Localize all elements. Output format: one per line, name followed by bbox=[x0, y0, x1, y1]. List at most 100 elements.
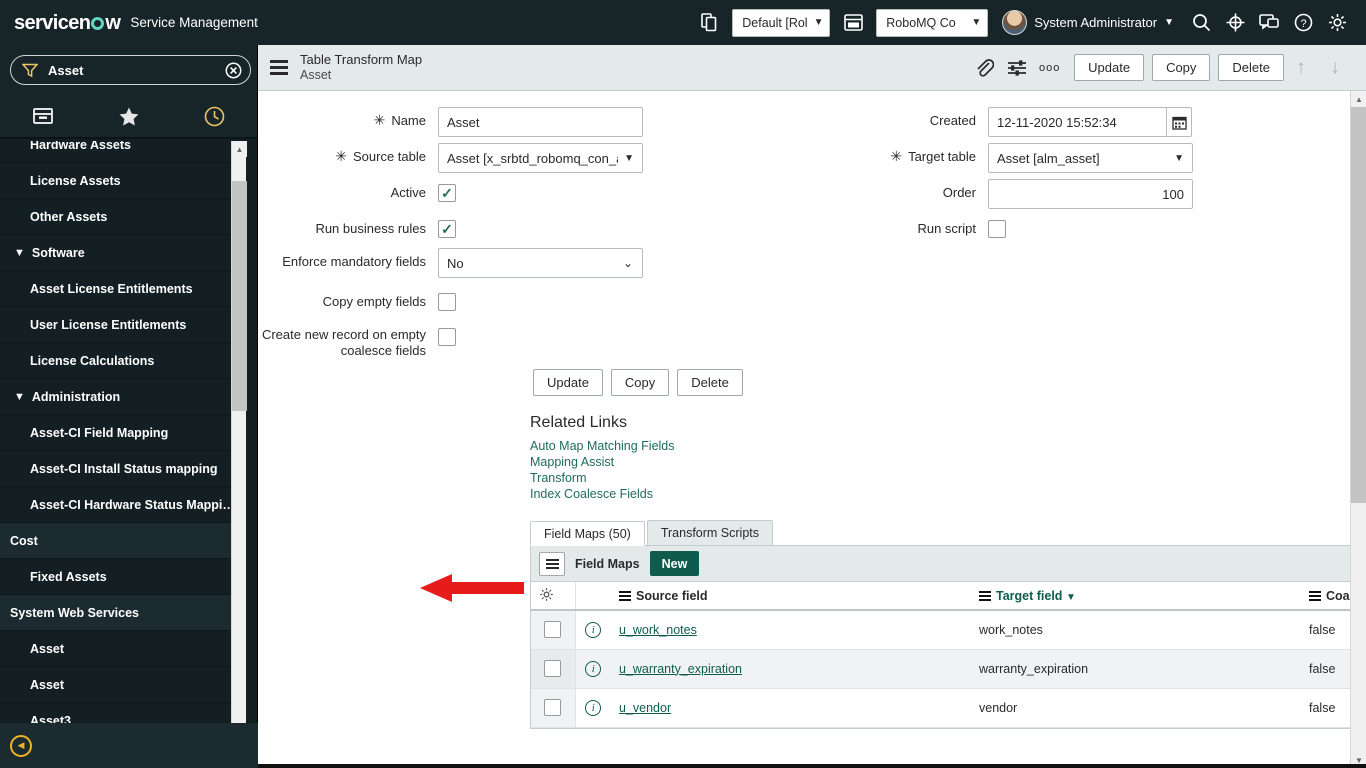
search-icon[interactable] bbox=[1184, 0, 1218, 45]
created-input[interactable]: 12-11-2020 15:52:34 bbox=[988, 107, 1166, 137]
column-menu-icon[interactable] bbox=[619, 591, 631, 602]
tab-transform-scripts[interactable]: Transform Scripts bbox=[646, 520, 774, 545]
navigator-scrollbar[interactable]: ▲ ▼ bbox=[231, 141, 247, 768]
personalize-form-icon[interactable] bbox=[1000, 48, 1033, 88]
all-applications-tab[interactable] bbox=[0, 95, 86, 137]
next-record-icon[interactable]: ↓ bbox=[1318, 48, 1352, 88]
sidebar-item-asset-license-entitlements[interactable]: Asset License Entitlements bbox=[0, 271, 242, 307]
cell-target-field: vendor bbox=[971, 688, 1301, 728]
scroll-up-arrow-icon[interactable]: ▲ bbox=[1351, 91, 1366, 107]
related-link-auto-map[interactable]: Auto Map Matching Fields bbox=[530, 438, 1350, 454]
row-info-cell[interactable]: i bbox=[575, 688, 611, 728]
active-checkbox[interactable]: ✓ bbox=[438, 184, 456, 202]
more-options-icon[interactable]: ooo bbox=[1033, 48, 1066, 88]
run-business-rules-checkbox[interactable]: ✓ bbox=[438, 220, 456, 238]
enforce-mandatory-select[interactable]: No bbox=[438, 248, 643, 278]
sidebar-item-administration[interactable]: ▼ Administration bbox=[0, 379, 242, 415]
attachment-icon[interactable] bbox=[967, 48, 1000, 88]
tab-field-maps[interactable]: Field Maps (50) bbox=[530, 521, 645, 546]
row-info-cell[interactable]: i bbox=[575, 610, 611, 650]
info-icon[interactable]: i bbox=[585, 699, 602, 716]
gear-icon[interactable] bbox=[1320, 0, 1354, 45]
order-input[interactable]: 100 bbox=[988, 179, 1193, 209]
application-picker[interactable]: Default [Rol ▼ bbox=[732, 8, 831, 37]
copy-button[interactable]: Copy bbox=[1152, 54, 1211, 81]
row-checkbox[interactable] bbox=[544, 621, 562, 639]
related-link-transform[interactable]: Transform bbox=[530, 470, 1350, 486]
new-button[interactable]: New bbox=[649, 551, 700, 576]
transform-map-form: ✳ Name Asset Created 12-11-2020 15:52:34 bbox=[258, 91, 1350, 729]
row-info-cell[interactable]: i bbox=[575, 649, 611, 689]
navigator-filter-input[interactable] bbox=[46, 61, 225, 79]
history-tab[interactable] bbox=[171, 95, 257, 137]
user-menu[interactable]: System Administrator ▼ bbox=[1002, 10, 1174, 35]
filter-box[interactable] bbox=[10, 55, 251, 85]
target-table-reference[interactable]: Asset [alm_asset] ▼ bbox=[988, 143, 1193, 173]
sidebar-item-license-assets[interactable]: License Assets bbox=[0, 163, 242, 199]
name-input[interactable]: Asset bbox=[438, 107, 643, 137]
column-header-source-field[interactable]: Source field bbox=[611, 582, 971, 611]
collapse-navigator-button[interactable]: ◀ bbox=[10, 734, 32, 757]
clear-filter-icon bbox=[225, 62, 242, 78]
previous-record-icon[interactable]: ↑ bbox=[1284, 48, 1318, 88]
expand-collapse-icon[interactable]: ▼ bbox=[14, 247, 25, 259]
row-checkbox[interactable] bbox=[544, 699, 562, 716]
sidebar-item-other-assets[interactable]: Other Assets bbox=[0, 199, 242, 235]
row-select-cell[interactable] bbox=[531, 649, 576, 689]
scope-picker[interactable]: RoboMQ Co ▼ bbox=[876, 8, 989, 37]
row-select-cell[interactable] bbox=[531, 610, 576, 650]
window-icon[interactable] bbox=[836, 0, 870, 45]
source-table-reference[interactable]: Asset [x_srbtd_robomq_con_asset] ▼ bbox=[438, 143, 643, 173]
delete-button[interactable]: Delete bbox=[1218, 54, 1284, 81]
sidebar-item-asset[interactable]: Asset bbox=[0, 631, 242, 667]
sidebar-item-software[interactable]: ▼ Software bbox=[0, 235, 242, 271]
expand-collapse-icon[interactable]: ▼ bbox=[14, 391, 25, 403]
help-icon[interactable]: ? bbox=[1286, 0, 1320, 45]
cell-coalesce: false bbox=[1301, 688, 1350, 728]
form-context-menu-icon[interactable] bbox=[270, 60, 288, 75]
column-menu-icon[interactable] bbox=[979, 591, 991, 602]
form-update-button[interactable]: Update bbox=[533, 369, 603, 396]
list-settings-icon[interactable] bbox=[531, 582, 576, 611]
chat-icon[interactable] bbox=[1252, 0, 1286, 45]
run-script-checkbox[interactable] bbox=[988, 220, 1006, 238]
copy-icon[interactable] bbox=[692, 0, 726, 45]
sidebar-item-license-calculations[interactable]: License Calculations bbox=[0, 343, 242, 379]
column-header-target-field[interactable]: Target field ▼ bbox=[971, 582, 1301, 611]
related-link-mapping-assist[interactable]: Mapping Assist bbox=[530, 454, 1350, 470]
sidebar-item-asset-ci-install-status-mapping[interactable]: Asset-CI Install Status mapping bbox=[0, 451, 242, 487]
related-link-index-coalesce[interactable]: Index Coalesce Fields bbox=[530, 486, 1350, 502]
create-new-record-checkbox[interactable] bbox=[438, 328, 456, 346]
copy-empty-fields-checkbox[interactable] bbox=[438, 293, 456, 311]
list-context-menu-icon[interactable] bbox=[539, 551, 565, 576]
main-scrollbar-thumb[interactable] bbox=[1351, 107, 1366, 503]
sidebar-item-asset-ci-field-mapping[interactable]: Asset-CI Field Mapping bbox=[0, 415, 242, 451]
target-icon[interactable] bbox=[1218, 0, 1252, 45]
servicenow-logo[interactable]: servicen w bbox=[14, 13, 121, 33]
sidebar-item-user-license-entitlements[interactable]: User License Entitlements bbox=[0, 307, 242, 343]
sidebar-item-hardware-assets[interactable]: Hardware Assets bbox=[0, 141, 242, 163]
update-button[interactable]: Update bbox=[1074, 54, 1145, 81]
form-delete-button[interactable]: Delete bbox=[677, 369, 743, 396]
calendar-icon[interactable] bbox=[1166, 107, 1192, 137]
sidebar-item-asset-ci-hardware-status-mappi[interactable]: Asset-CI Hardware Status Mappi… bbox=[0, 487, 242, 523]
info-icon[interactable]: i bbox=[585, 621, 602, 638]
source-field-link[interactable]: u_vendor bbox=[619, 701, 671, 715]
column-header-coalesce[interactable]: Coalesce bbox=[1301, 582, 1350, 611]
source-field-link[interactable]: u_warranty_expiration bbox=[619, 662, 742, 676]
scroll-up-arrow-icon[interactable]: ▲ bbox=[232, 141, 247, 157]
column-menu-icon[interactable] bbox=[1309, 591, 1321, 602]
sidebar-item-fixed-assets[interactable]: Fixed Assets bbox=[0, 559, 242, 595]
source-field-link[interactable]: u_work_notes bbox=[619, 623, 697, 637]
field-label: Run script bbox=[917, 221, 976, 236]
sidebar-item-system-web-services[interactable]: System Web Services bbox=[0, 595, 242, 631]
row-select-cell[interactable] bbox=[531, 688, 576, 728]
row-checkbox[interactable] bbox=[544, 660, 562, 677]
form-copy-button[interactable]: Copy bbox=[610, 369, 670, 396]
sidebar-item-asset[interactable]: Asset bbox=[0, 667, 242, 703]
sidebar-item-cost[interactable]: Cost bbox=[0, 523, 242, 559]
info-icon[interactable]: i bbox=[585, 660, 602, 677]
main-scrollbar[interactable]: ▲ ▼ bbox=[1350, 91, 1366, 768]
favorites-tab[interactable] bbox=[86, 95, 172, 137]
navigator-scrollbar-thumb[interactable] bbox=[232, 181, 247, 411]
